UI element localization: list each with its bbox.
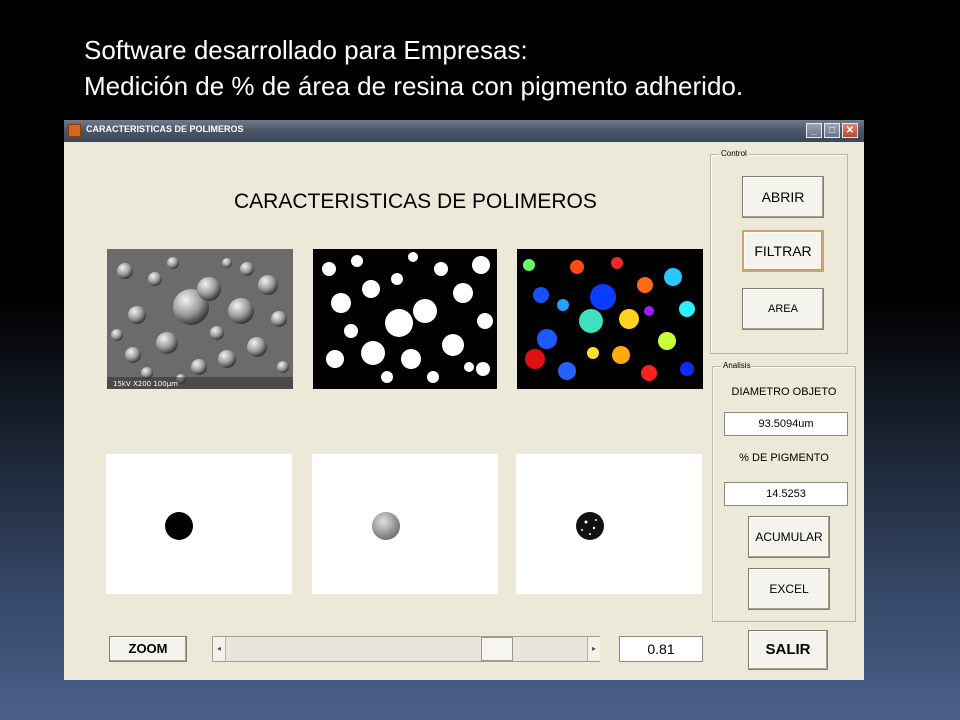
slide-title-line2: Medición de % de área de resina con pigm… <box>84 71 744 101</box>
control-panel-label: Control <box>719 149 749 158</box>
binary-image <box>313 249 497 389</box>
acumular-button[interactable]: ACUMULAR <box>748 516 830 558</box>
diametro-label: DIAMETRO OBJETO <box>731 386 837 398</box>
excel-button[interactable]: EXCEL <box>748 568 830 610</box>
minimize-button[interactable]: _ <box>806 123 822 138</box>
slider-right-arrow-icon[interactable]: ▸ <box>587 637 600 661</box>
pigmento-label: % DE PIGMENTO <box>739 452 829 464</box>
zoom-value-field[interactable]: 0.81 <box>619 636 703 662</box>
matlab-icon <box>68 124 81 137</box>
micrograph-original-svg: 15kV X200 100µm <box>107 249 293 389</box>
micrograph-original: 15kV X200 100µm <box>107 249 293 389</box>
window-title: CARACTERISTICAS DE POLIMEROS <box>86 124 244 134</box>
page-title: CARACTERISTICAS DE POLIMEROS <box>234 190 597 213</box>
window-titlebar[interactable]: CARACTERISTICAS DE POLIMEROS _ □ ✕ <box>64 120 864 142</box>
zoom-button[interactable]: ZOOM <box>109 636 187 662</box>
object-gray-image <box>312 454 498 594</box>
zoom-slider[interactable]: ◂ ▸ <box>212 636 600 662</box>
labeled-image <box>517 249 703 389</box>
abrir-button[interactable]: ABRIR <box>742 176 824 218</box>
app-window: CARACTERISTICAS DE POLIMEROS _ □ ✕ CARAC… <box>64 120 864 680</box>
object-mask-svg <box>165 512 193 540</box>
area-button[interactable]: AREA <box>742 288 824 330</box>
labeled-image-svg <box>517 249 703 389</box>
salir-button[interactable]: SALIR <box>748 630 828 670</box>
close-button[interactable]: ✕ <box>842 123 858 138</box>
object-pigment-image <box>516 454 702 594</box>
micrograph-caption: 15kV X200 100µm <box>113 380 178 388</box>
slide-title: Software desarrollado para Empresas: Med… <box>84 32 743 104</box>
pigmento-field[interactable]: 14.5253 <box>724 482 848 506</box>
analisis-panel-label: Analisis <box>721 361 753 370</box>
window-client: CARACTERISTICAS DE POLIMEROS 15kV X200 1… <box>66 142 862 678</box>
object-pigment-svg <box>576 512 604 540</box>
diametro-field[interactable]: 93.5094um <box>724 412 848 436</box>
maximize-button[interactable]: □ <box>824 123 840 138</box>
binary-image-svg <box>313 249 497 389</box>
object-gray-svg <box>372 512 400 540</box>
filtrar-button[interactable]: FILTRAR <box>742 230 824 272</box>
object-mask-image <box>106 454 292 594</box>
slider-left-arrow-icon[interactable]: ◂ <box>213 637 226 661</box>
slider-thumb[interactable] <box>481 637 513 661</box>
slide-title-line1: Software desarrollado para Empresas: <box>84 35 528 65</box>
